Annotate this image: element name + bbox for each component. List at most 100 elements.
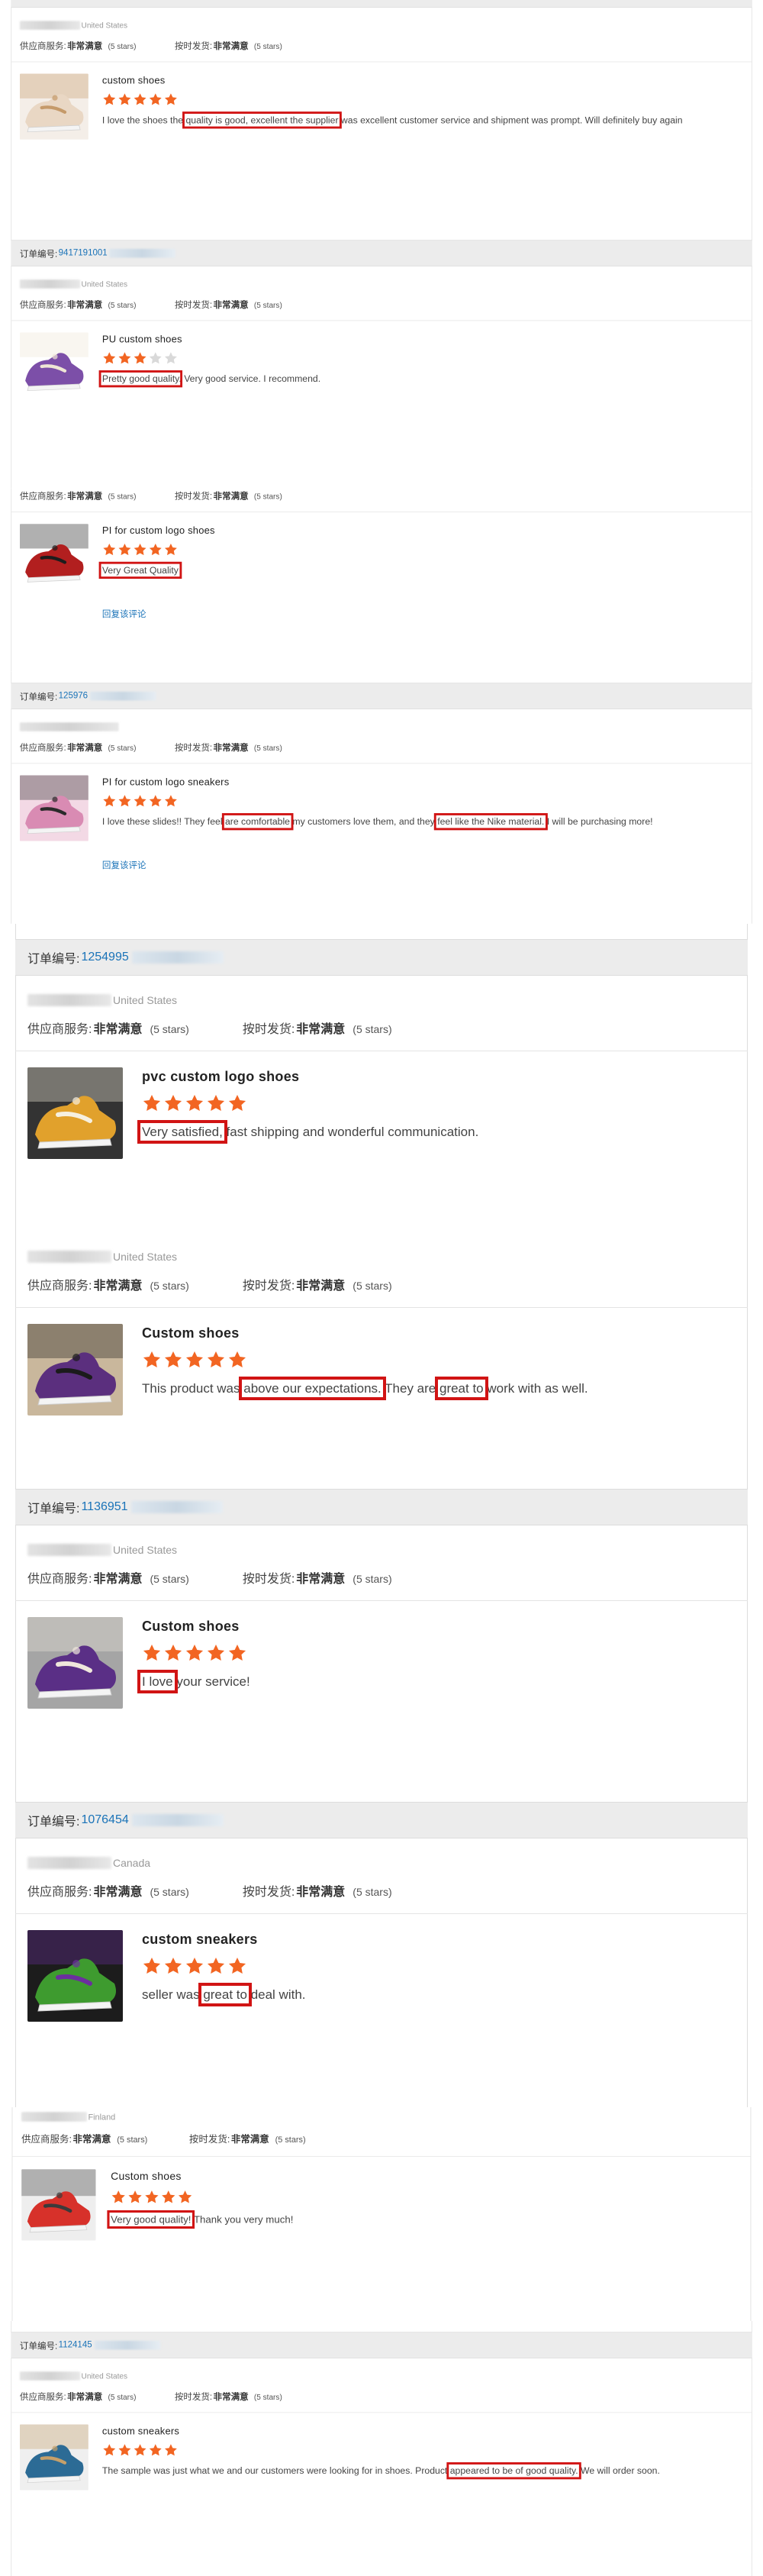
reply-to-review-link[interactable]: 回复该评论: [102, 857, 146, 870]
supplier-service-rating: 供应商服务: 非常满意 (5 stars): [27, 1573, 189, 1586]
product-thumbnail[interactable]: [19, 332, 89, 399]
product-title[interactable]: custom sneakers: [142, 1932, 258, 1948]
on-time-delivery-rating: 按时发货: 非常满意 (5 stars): [242, 1886, 392, 1899]
buyer-country: Finland: [88, 2112, 116, 2122]
review-text: Very Great Quality: [98, 561, 733, 579]
review-text: Pretty good quality. Very good service. …: [98, 370, 321, 388]
redacted-buyer-name: [19, 722, 119, 731]
order-number-label: 订单编号:: [19, 2342, 58, 2352]
reply-to-review-link[interactable]: 回复该评论: [102, 606, 146, 619]
review-card: 订单编号: 1136951 United States 供应商服务: 非常满意 (5 st…: [0, 1474, 763, 1787]
buyer-location: United States: [27, 1544, 177, 1556]
redacted-buyer-name: [27, 1857, 111, 1869]
highlight-box: great to: [198, 1983, 252, 2006]
buyer-location: United States: [19, 279, 128, 289]
supplier-service-rating: 供应商服务: 非常满意 (5 stars): [27, 1886, 189, 1899]
product-title[interactable]: custom sneakers: [102, 2426, 179, 2437]
product-title[interactable]: custom shoes: [102, 75, 166, 86]
order-number-bar: 订单编号: 1076454: [15, 1802, 748, 1838]
redacted-order-suffix: [130, 1501, 223, 1513]
star-icon: [227, 1643, 247, 1663]
supplier-service-rating: 供应商服务: 非常满意 (5 stars): [27, 1280, 189, 1293]
product-thumbnail[interactable]: [27, 1617, 123, 1709]
redacted-order-suffix: [131, 1814, 224, 1826]
product-thumbnail[interactable]: [27, 1324, 123, 1416]
star-icon: [127, 2190, 143, 2205]
product-thumbnail[interactable]: [19, 2424, 89, 2490]
star-icon: [102, 543, 117, 557]
order-number-link[interactable]: 125976: [59, 691, 88, 701]
buyer-country: United States: [113, 994, 178, 1006]
redacted-order-suffix: [94, 2340, 160, 2350]
order-number-link[interactable]: 1124145: [59, 2340, 92, 2350]
buyer-country: United States: [81, 2371, 128, 2381]
product-thumbnail[interactable]: [19, 524, 89, 590]
on-time-delivery-rating: 按时发货: 非常满意 (5 stars): [174, 492, 282, 502]
buyer-location: United States: [27, 1251, 177, 1263]
star-icon: [161, 2190, 176, 2205]
redacted-buyer-name: [27, 1251, 111, 1263]
redacted-order-suffix: [89, 691, 156, 701]
order-number-bar: 订单编号: 1124145: [11, 2332, 752, 2358]
order-number-link[interactable]: 1136951: [81, 1500, 127, 1514]
star-icon: [118, 543, 132, 557]
star-icon: [163, 1350, 183, 1370]
review-card: 订单编号: 9417191001 United States 供应商服务: 非常满意 (5…: [0, 229, 763, 489]
star-icon: [142, 1956, 162, 1976]
buyer-country: United States: [113, 1251, 178, 1263]
star-rating: [102, 2443, 178, 2458]
product-thumbnail[interactable]: [27, 1067, 123, 1159]
section-divider: [15, 1913, 748, 1914]
seller-ratings: 供应商服务: 非常满意 (5 stars) 按时发货: 非常满意 (5 stars): [27, 1881, 392, 1900]
star-icon: [118, 2443, 132, 2458]
highlight-box: feel like the Nike material.: [433, 813, 548, 831]
product-thumbnail[interactable]: [27, 1930, 123, 2022]
order-number-link[interactable]: 1076454: [81, 1813, 128, 1827]
review-text: I love the shoes the quality is good, ex…: [101, 111, 683, 129]
product-title[interactable]: pvc custom logo shoes: [142, 1069, 299, 1085]
on-time-delivery-rating: 按时发货: 非常满意 (5 stars): [174, 2392, 282, 2402]
star-icon: [164, 92, 179, 107]
star-icon: [118, 92, 132, 107]
highlight-box: quality is good, excellent the supplier: [182, 111, 342, 129]
seller-ratings: 供应商服务: 非常满意 (5 stars) 按时发货: 非常满意 (5 stars): [27, 1018, 392, 1037]
product-title[interactable]: PU custom shoes: [102, 334, 182, 345]
star-icon: [164, 794, 179, 809]
product-title[interactable]: PI for custom logo shoes: [102, 525, 215, 537]
review-card: 订单编号: 125976 供应商服务: 非常满意 (5 stars) 按时发货: 非常满意(…: [0, 672, 763, 924]
section-divider: [11, 61, 752, 63]
buyer-country: United States: [81, 279, 128, 289]
product-title[interactable]: Custom shoes: [142, 1325, 240, 1341]
product-title[interactable]: PI for custom logo sneakers: [102, 776, 229, 788]
product-thumbnail[interactable]: [21, 2169, 96, 2241]
supplier-service-rating: 供应商服务: 非常满意 (5 stars): [19, 300, 137, 310]
buyer-location: United States: [27, 994, 177, 1006]
order-number-bar: 订单编号: 1254995: [15, 939, 748, 976]
star-rating: [142, 1350, 247, 1370]
highlight-box: Pretty good quality: [98, 370, 182, 388]
product-thumbnail[interactable]: [19, 775, 89, 841]
order-number-link[interactable]: 1254995: [81, 951, 128, 964]
product-title[interactable]: Custom shoes: [142, 1619, 240, 1635]
order-number-link[interactable]: 9417191001: [59, 248, 108, 258]
star-icon: [118, 351, 132, 366]
star-icon: [206, 1956, 226, 1976]
product-thumbnail[interactable]: [19, 73, 89, 140]
seller-ratings: 供应商服务: 非常满意 (5 stars) 按时发货: 非常满意 (5 stars): [20, 38, 282, 51]
star-icon: [148, 351, 163, 366]
highlight-box: appeared to be of good quality.: [446, 2462, 581, 2480]
review-card: Finland 供应商服务: 非常满意 (5 stars) 按时发货: 非常满意 (5 st…: [0, 2107, 763, 2321]
highlight-box: I love: [137, 1670, 178, 1693]
star-icon: [164, 2443, 179, 2458]
star-icon: [133, 2443, 147, 2458]
order-number-label: 订单编号:: [27, 953, 80, 966]
on-time-delivery-rating: 按时发货: 非常满意 (5 stars): [242, 1023, 392, 1036]
star-icon: [102, 351, 117, 366]
star-icon: [163, 1956, 183, 1976]
highlight-box: Very satisfied,: [137, 1120, 227, 1144]
star-icon: [164, 543, 179, 557]
redacted-buyer-name: [19, 21, 81, 30]
star-icon: [118, 794, 132, 809]
seller-ratings: 供应商服务: 非常满意 (5 stars) 按时发货: 非常满意 (5 stars): [27, 1568, 392, 1587]
product-title[interactable]: Custom shoes: [111, 2171, 182, 2183]
